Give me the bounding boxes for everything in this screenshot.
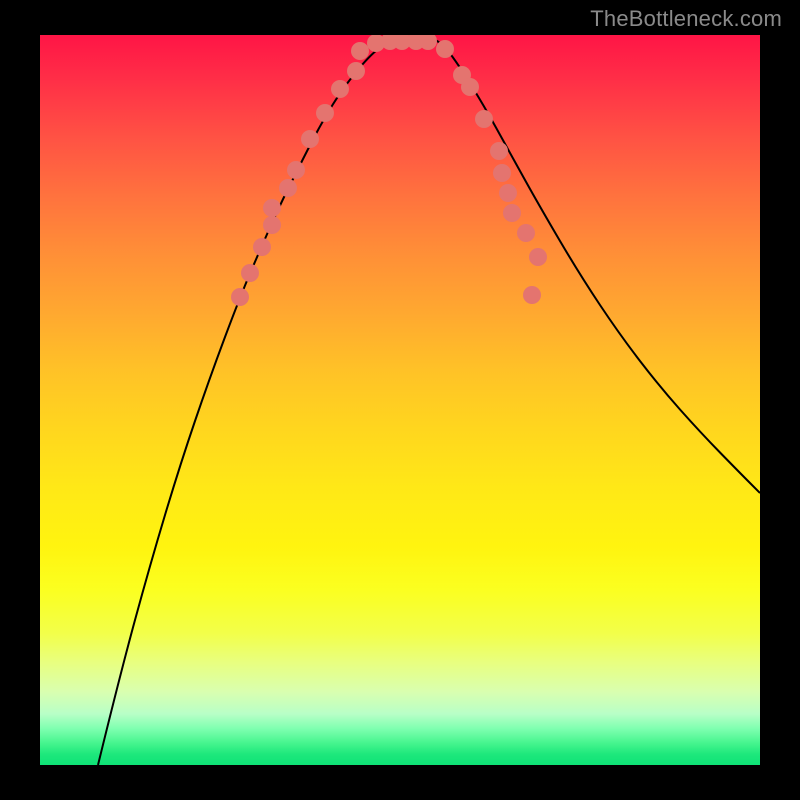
chart-frame: TheBottleneck.com bbox=[0, 0, 800, 800]
highlight-dot bbox=[279, 179, 297, 197]
highlight-dot bbox=[263, 216, 281, 234]
highlight-dot bbox=[231, 288, 249, 306]
highlight-dot bbox=[287, 161, 305, 179]
highlight-dot bbox=[241, 264, 259, 282]
highlight-dot bbox=[316, 104, 334, 122]
highlight-dot bbox=[436, 40, 454, 58]
highlight-dot bbox=[475, 110, 493, 128]
highlight-dot bbox=[263, 199, 281, 217]
highlight-dot bbox=[301, 130, 319, 148]
highlight-dot bbox=[493, 164, 511, 182]
highlight-dot bbox=[517, 224, 535, 242]
highlight-dot bbox=[347, 62, 365, 80]
highlight-dot bbox=[461, 78, 479, 96]
watermark-label: TheBottleneck.com bbox=[590, 6, 782, 32]
highlight-dot bbox=[503, 204, 521, 222]
bottleneck-curve bbox=[98, 37, 760, 765]
highlight-dot bbox=[523, 286, 541, 304]
highlight-dots bbox=[231, 35, 547, 306]
highlight-dot bbox=[490, 142, 508, 160]
highlight-dot bbox=[529, 248, 547, 266]
highlight-dot bbox=[499, 184, 517, 202]
highlight-dot bbox=[331, 80, 349, 98]
highlight-dot bbox=[351, 42, 369, 60]
plot-area bbox=[40, 35, 760, 765]
chart-svg bbox=[40, 35, 760, 765]
highlight-dot bbox=[253, 238, 271, 256]
